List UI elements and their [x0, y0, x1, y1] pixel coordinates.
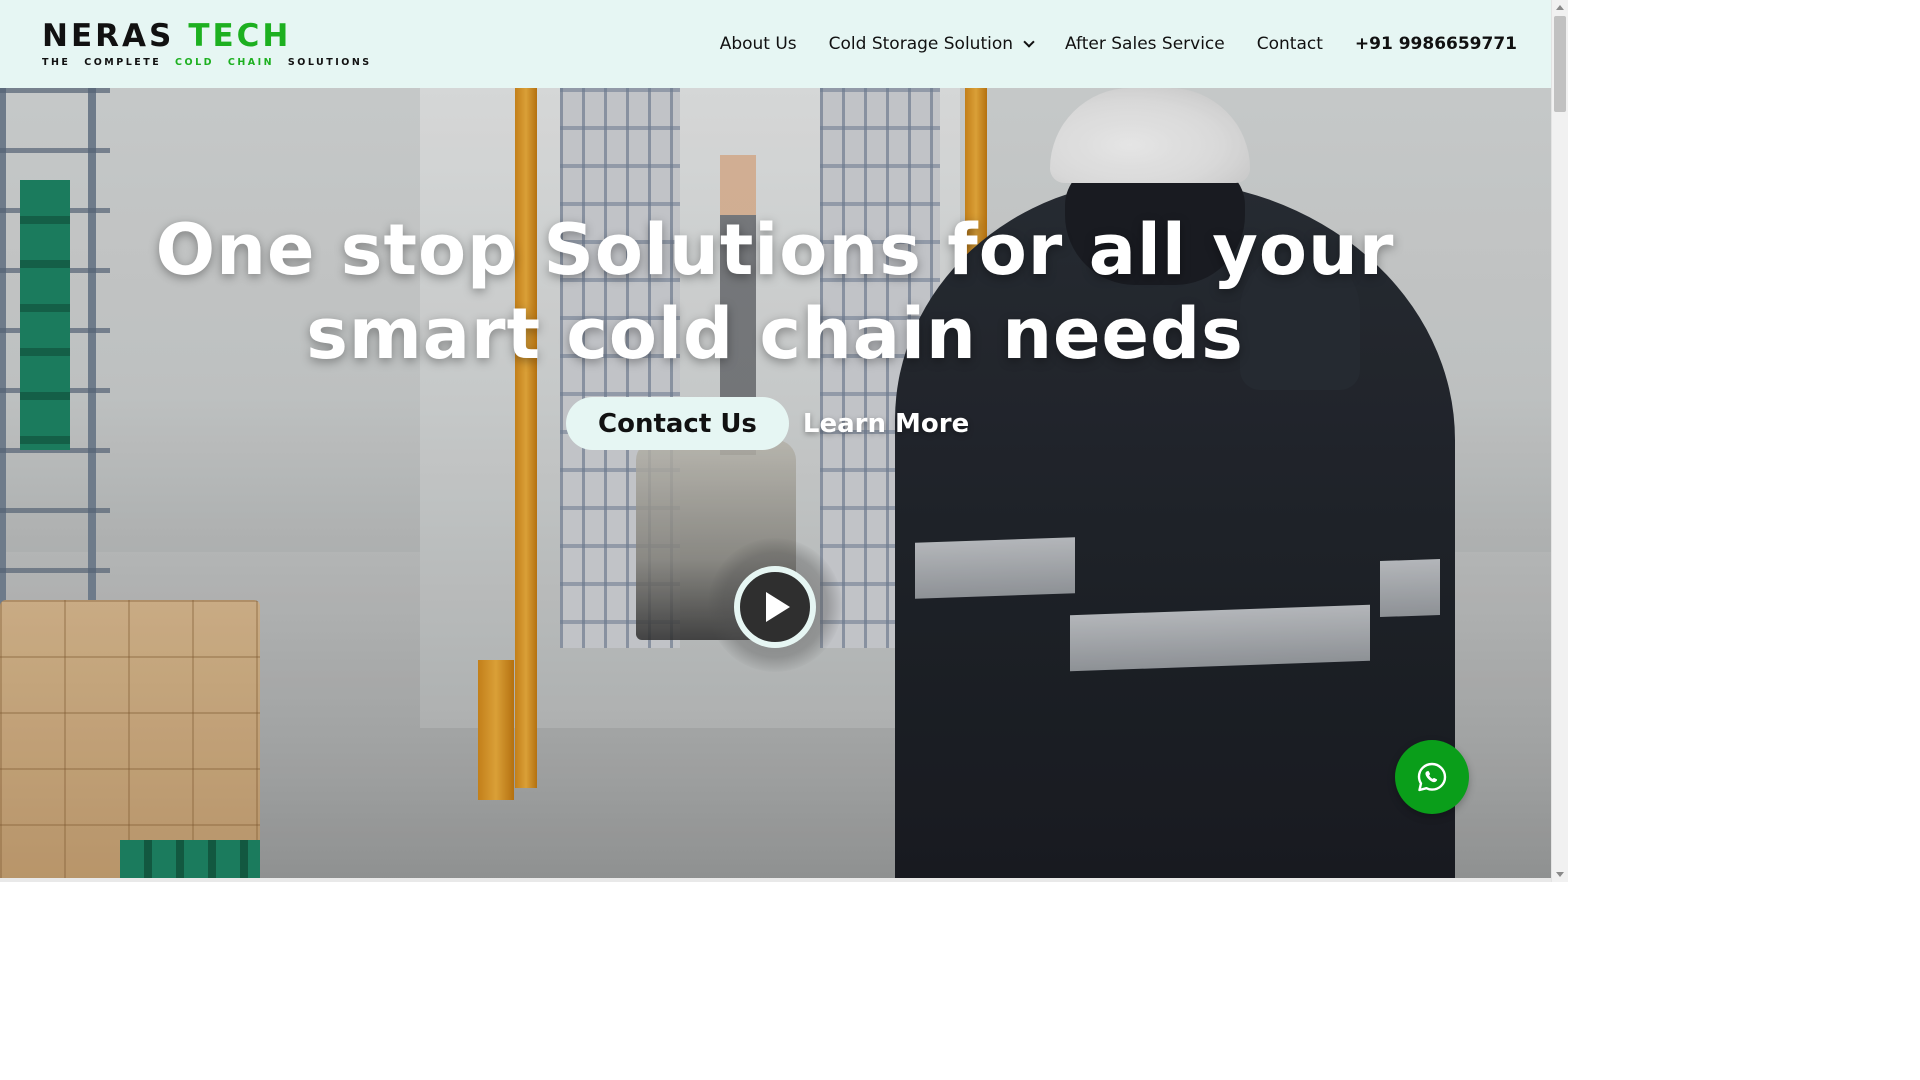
logo-tagline: THE COMPLETE COLD CHAIN SOLUTIONS [42, 58, 380, 68]
whatsapp-icon [1417, 762, 1447, 792]
nav-contact[interactable]: Contact [1241, 34, 1339, 54]
nav-after-sales-service[interactable]: After Sales Service [1049, 34, 1241, 54]
hero-cta-row: Contact Us Learn More [566, 397, 969, 450]
brand-logo[interactable]: NERAS TECH THE COMPLETE COLD CHAIN SOLUTI… [42, 17, 380, 68]
vertical-scrollbar[interactable] [1551, 0, 1568, 882]
nav-phone-label: +91 9986659771 [1354, 34, 1517, 54]
hero-headline-line2: smart cold chain needs [306, 293, 1244, 375]
nav-about-us-label: About Us [719, 34, 797, 54]
hero-headline: One stop Solutions for all your smart co… [150, 208, 1400, 376]
page: NERAS TECH THE COMPLETE COLD CHAIN SOLUTI… [0, 0, 1568, 882]
site-header: NERAS TECH THE COMPLETE COLD CHAIN SOLUTI… [0, 0, 1551, 88]
nav-after-sales-service-label: After Sales Service [1065, 34, 1225, 54]
hero-headline-line1: One stop Solutions for all your [155, 209, 1395, 291]
tagline-word: COLD [175, 56, 215, 68]
logo-name-part1: NERAS [42, 17, 175, 54]
whatsapp-button[interactable] [1395, 740, 1469, 814]
nav-cold-storage-solution-label: Cold Storage Solution [828, 34, 1014, 54]
logo-wordmark: NERAS TECH [42, 17, 380, 54]
horizontal-scrollbar[interactable] [0, 878, 1551, 882]
play-video-button[interactable] [734, 566, 816, 648]
tagline-word: SOLUTIONS [287, 56, 372, 68]
main-nav: About Us Cold Storage Solution After Sal… [704, 34, 1517, 54]
tagline-word: THE [42, 56, 71, 68]
nav-phone-link[interactable]: +91 9986659771 [1339, 34, 1517, 54]
scrollbar-thumb[interactable] [1554, 16, 1566, 112]
nav-contact-label: Contact [1256, 34, 1323, 54]
contact-us-button[interactable]: Contact Us [566, 397, 789, 450]
scroll-down-arrow-icon[interactable] [1556, 872, 1564, 877]
nav-about-us[interactable]: About Us [704, 34, 813, 54]
logo-name-part2: TECH [188, 17, 292, 54]
scroll-up-arrow-icon[interactable] [1556, 5, 1564, 10]
tagline-word: CHAIN [227, 56, 275, 68]
learn-more-link[interactable]: Learn More [803, 409, 969, 439]
play-icon [766, 592, 790, 622]
tagline-word: COMPLETE [84, 56, 162, 68]
chevron-down-icon [1023, 35, 1035, 48]
nav-cold-storage-solution[interactable]: Cold Storage Solution [813, 34, 1049, 54]
